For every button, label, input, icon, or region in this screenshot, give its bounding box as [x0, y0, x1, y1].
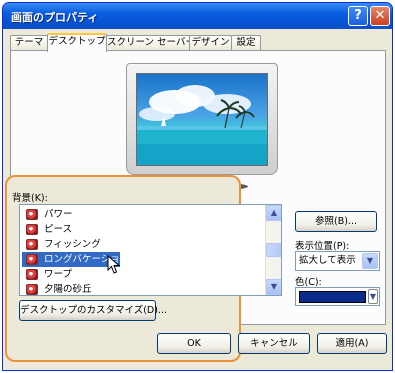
scroll-thumb[interactable]: [266, 243, 281, 257]
apply-button[interactable]: 適用(A): [317, 333, 387, 354]
chevron-down-icon[interactable]: ▼: [362, 253, 378, 269]
tab-settings[interactable]: 設定: [231, 35, 261, 51]
tab-theme[interactable]: テーマ: [10, 35, 48, 51]
scroll-up-icon[interactable]: ▲: [266, 205, 281, 221]
list-item[interactable]: 夕陽の砂丘: [22, 282, 262, 295]
ok-button[interactable]: OK: [157, 333, 231, 354]
color-label: 色(C):: [295, 277, 322, 288]
mouse-pointer-icon: [107, 255, 121, 274]
list-item[interactable]: ワープ: [22, 267, 262, 282]
help-button[interactable]: ?: [348, 6, 368, 26]
position-label: 表示位置(P):: [295, 241, 350, 252]
window-title: 画面のプロパティ: [11, 11, 99, 24]
wallpaper-preview: [136, 73, 268, 166]
tab-desktop[interactable]: デスクトップ: [47, 33, 107, 52]
list-item-selected[interactable]: ロングバケーション: [22, 252, 129, 267]
monitor-bezel: [126, 63, 278, 175]
wallpaper-icon: [26, 284, 38, 295]
cancel-button[interactable]: キャンセル: [238, 333, 310, 354]
tab-screensaver[interactable]: スクリーン セーバー: [106, 35, 195, 51]
wallpaper-icon: [26, 239, 38, 250]
color-picker-button[interactable]: ▼: [295, 287, 380, 306]
list-item[interactable]: フィッシング: [22, 237, 262, 252]
wallpaper-icon: [26, 254, 38, 265]
beach-scene-image: [137, 85, 267, 165]
wallpaper-icon: [26, 224, 38, 235]
tab-appearance[interactable]: デザイン: [189, 35, 232, 51]
position-select[interactable]: 拡大して表示 ▼: [295, 251, 380, 271]
list-item[interactable]: パワー: [22, 207, 262, 222]
customize-desktop-button[interactable]: デスクトップのカスタマイズ(D)...: [19, 300, 167, 321]
chevron-down-icon[interactable]: ▼: [368, 289, 378, 304]
list-item[interactable]: ピース: [22, 222, 262, 237]
list-scrollbar[interactable]: ▲ ▼: [265, 205, 281, 295]
scroll-down-icon[interactable]: ▼: [266, 279, 281, 295]
close-button[interactable]: ✕: [370, 6, 390, 26]
browse-button[interactable]: 参照(B)...: [295, 211, 377, 232]
color-swatch: [299, 291, 366, 303]
background-label: 背景(K):: [12, 193, 48, 204]
title-bar[interactable]: 画面のプロパティ ? ✕: [3, 3, 392, 29]
background-list[interactable]: パワー ピース フィッシング ロングバケーション ワープ 夕陽の砂丘 ▲ ▼: [19, 204, 282, 296]
position-value: 拡大して表示: [299, 255, 356, 266]
wallpaper-icon: [26, 209, 38, 220]
wallpaper-icon: [26, 269, 38, 280]
